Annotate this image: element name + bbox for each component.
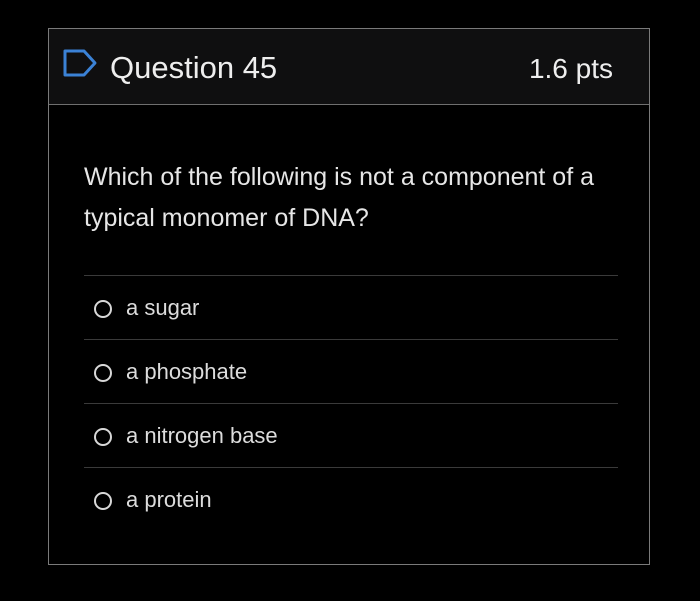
question-card: Question 45 1.6 pts Which of the followi…	[48, 28, 650, 565]
answer-label[interactable]: a phosphate	[126, 358, 247, 386]
question-title: Question 45	[110, 50, 278, 85]
question-text: Which of the following is not a componen…	[84, 163, 595, 232]
question-points: 1.6 pts	[528, 53, 613, 84]
answer-option[interactable]: a sugar	[84, 276, 618, 340]
answer-label[interactable]: a protein	[126, 486, 212, 514]
answer-label[interactable]: a nitrogen base	[126, 422, 278, 450]
answer-list: a sugar a phosphate a nitrogen base a pr…	[84, 275, 618, 532]
radio-button[interactable]	[94, 300, 112, 318]
answer-label[interactable]: a sugar	[126, 294, 199, 322]
answer-option[interactable]: a protein	[84, 468, 618, 532]
flag-outline-icon[interactable]	[62, 48, 98, 78]
radio-button[interactable]	[94, 364, 112, 382]
answer-option[interactable]: a phosphate	[84, 340, 618, 404]
question-header: Question 45 1.6 pts	[49, 29, 649, 105]
radio-button[interactable]	[94, 428, 112, 446]
radio-button[interactable]	[94, 492, 112, 510]
answer-option[interactable]: a nitrogen base	[84, 404, 618, 468]
